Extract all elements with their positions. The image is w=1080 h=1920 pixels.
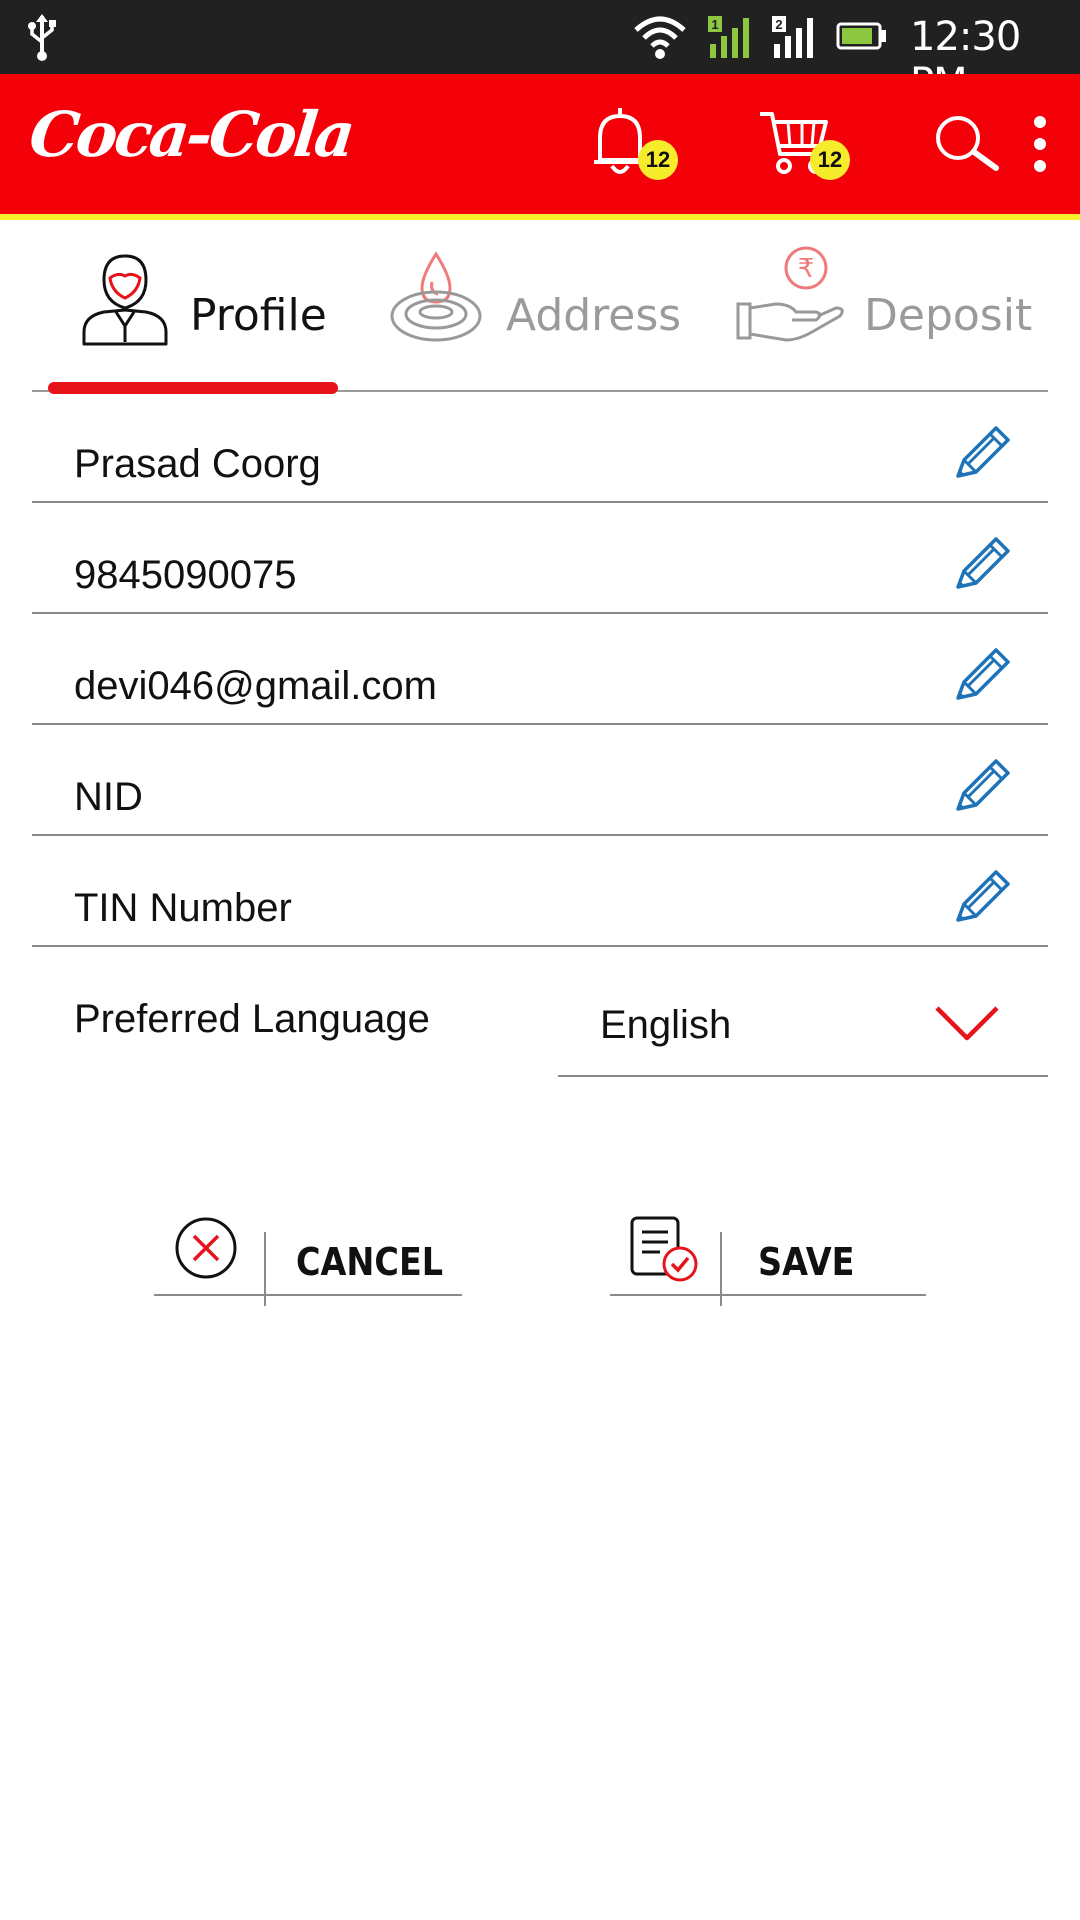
overflow-menu-icon[interactable] (1030, 114, 1050, 174)
notifications-badge: 12 (638, 140, 678, 180)
search-icon[interactable] (934, 114, 1000, 174)
usb-icon (28, 14, 56, 61)
tin-field[interactable]: TIN Number (32, 836, 1048, 947)
profile-form: Prasad Coorg 9845090075 devi046@gmail.co… (32, 392, 1048, 947)
cancel-divider (264, 1232, 266, 1306)
drop-pin-icon (390, 251, 482, 342)
cart-badge: 12 (810, 140, 850, 180)
rupee-hand-icon: ₹ (736, 246, 844, 342)
edit-name-pencil-icon[interactable] (950, 422, 1014, 486)
svg-text:2: 2 (775, 17, 782, 32)
email-value: devi046@gmail.com (74, 664, 437, 708)
tab-address-label: Address (506, 290, 682, 341)
document-check-icon (630, 1216, 698, 1282)
name-value: Prasad Coorg (74, 442, 321, 486)
nid-value: NID (74, 775, 143, 819)
svg-text:1: 1 (711, 17, 718, 32)
edit-email-pencil-icon[interactable] (950, 644, 1014, 708)
signal-sim1-icon: 1 (708, 16, 749, 58)
tab-profile-label: Profile (190, 290, 327, 341)
save-button[interactable]: SAVE (610, 1212, 926, 1306)
cart-button[interactable]: 12 (758, 104, 850, 185)
app-bar: Coca-Cola 12 12 (0, 74, 1080, 220)
battery-icon (836, 22, 886, 50)
name-field[interactable]: Prasad Coorg (32, 392, 1048, 503)
tab-address[interactable]: Address (388, 251, 688, 360)
edit-tin-pencil-icon[interactable] (950, 866, 1014, 930)
edit-nid-pencil-icon[interactable] (950, 755, 1014, 819)
user-icon (82, 254, 168, 346)
tab-deposit[interactable]: ₹ Deposit (736, 246, 1048, 360)
nid-field[interactable]: NID (32, 725, 1048, 836)
tab-profile[interactable]: Profile (80, 254, 330, 360)
notifications-button[interactable]: 12 (590, 104, 678, 185)
cancel-x-circle-icon (175, 1217, 237, 1279)
status-bar: 1 2 12:30 PM (0, 0, 1080, 106)
coca-cola-logo: Coca-Cola (26, 98, 356, 171)
chevron-down-icon (935, 1006, 999, 1041)
profile-tabs: Profile Address ₹ Deposit (32, 220, 1048, 394)
cancel-button[interactable]: CANCEL (154, 1212, 462, 1306)
save-label: SAVE (758, 1240, 855, 1284)
language-select[interactable]: English (558, 967, 1048, 1077)
save-divider (720, 1232, 722, 1306)
signal-sim2-icon: 2 (772, 16, 813, 58)
language-selected-value: English (600, 1003, 732, 1047)
preferred-language-row: Preferred Language English (32, 967, 1048, 1077)
email-field[interactable]: devi046@gmail.com (32, 614, 1048, 725)
svg-text:₹: ₹ (798, 254, 815, 284)
phone-field[interactable]: 9845090075 (32, 503, 1048, 614)
cancel-label: CANCEL (296, 1240, 444, 1284)
phone-value: 9845090075 (74, 553, 297, 597)
wifi-icon (634, 16, 686, 59)
preferred-language-label: Preferred Language (74, 997, 430, 1041)
tin-value: TIN Number (74, 886, 292, 930)
tab-deposit-label: Deposit (864, 290, 1033, 341)
edit-phone-pencil-icon[interactable] (950, 533, 1014, 597)
